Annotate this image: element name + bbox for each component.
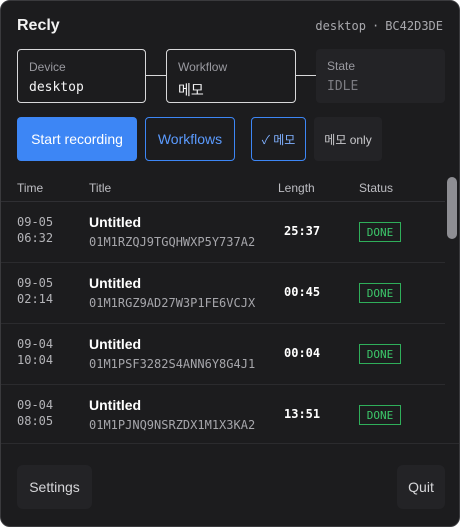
row-time-text: 08:05 (17, 414, 54, 428)
footer-divider (1, 443, 459, 444)
start-recording-button[interactable]: Start recording (17, 117, 137, 161)
column-header-title: Title (89, 181, 112, 195)
device-value: desktop (29, 80, 84, 95)
column-header-time: Time (17, 181, 44, 195)
status-badge: DONE (359, 222, 401, 242)
row-length: 00:04 (284, 346, 321, 360)
row-date-text: 09-05 (17, 276, 54, 290)
row-time-text: 10:04 (17, 353, 54, 367)
row-id: 01M1PSF3282S4ANN6Y8G4J1 (89, 357, 256, 371)
table-row[interactable]: 09-05 06:32 Untitled 01M1RZQJ9TGQHWXP5Y73… (1, 202, 445, 263)
quit-button[interactable]: Quit (397, 465, 445, 509)
recordings-list: 09-05 06:32 Untitled 01M1RZQJ9TGQHWXP5Y73… (1, 202, 445, 442)
row-time-text: 02:14 (17, 292, 54, 306)
memo-only-button[interactable]: 메모 only (314, 117, 382, 161)
header: Recly desktop · BC42D3DE (17, 17, 443, 39)
row-title: Untitled (89, 336, 142, 352)
meta-separator: · (371, 19, 380, 33)
device-meta: desktop · BC42D3DE (315, 19, 443, 33)
row-time: 09-05 06:32 (17, 214, 53, 246)
device-name: desktop (315, 19, 366, 33)
settings-button[interactable]: Settings (17, 465, 92, 509)
row-length: 00:45 (284, 285, 321, 299)
workflow-label: Workflow (178, 60, 228, 74)
row-id: 01M1RGZ9AD27W3P1FE6VCJX (89, 296, 256, 310)
row-id: 01M1RZQJ9TGQHWXP5Y737A2 (89, 235, 256, 249)
status-badge: DONE (359, 283, 401, 303)
state-value: IDLE (327, 79, 359, 94)
row-date-text: 09-04 (17, 337, 54, 351)
table-row[interactable]: 09-05 02:14 Untitled 01M1RGZ9AD27W3P1FE6V… (1, 263, 445, 324)
row-id: 01M1PJNQ9NSRZDX1M1X3KA2 (89, 418, 256, 432)
app-window: Recly desktop · BC42D3DE Device desktop Wo… (0, 0, 460, 527)
device-label: Device (29, 60, 66, 74)
pipeline-connector (146, 75, 166, 76)
row-title: Untitled (89, 275, 142, 291)
column-header-status: Status (359, 181, 394, 195)
row-length: 25:37 (284, 224, 321, 238)
state-label: State (327, 59, 356, 73)
scrollbar-thumb[interactable] (447, 177, 457, 239)
workflow-box: Workflow 메모 (166, 49, 296, 103)
device-box: Device desktop (17, 49, 146, 103)
app-title: Recly (17, 17, 60, 34)
row-time: 09-04 10:04 (17, 336, 53, 368)
row-date-text: 09-05 (17, 215, 54, 229)
row-time-text: 06:32 (17, 231, 54, 245)
row-length: 13:51 (284, 407, 321, 421)
row-title: Untitled (89, 397, 142, 413)
device-id: BC42D3DE (385, 19, 443, 33)
workflows-button[interactable]: Workflows (145, 117, 235, 161)
row-time: 09-05 02:14 (17, 275, 53, 307)
status-badge: DONE (359, 344, 401, 364)
pipeline-connector (296, 75, 316, 76)
memo-filter-toggle[interactable]: ✓ 메모 (251, 117, 306, 161)
row-date-text: 09-04 (17, 398, 54, 412)
table-row[interactable]: 09-04 08:05 Untitled 01M1PJNQ9NSRZDX1M1X3… (1, 385, 445, 442)
row-time: 09-04 08:05 (17, 397, 53, 429)
workflow-value: 메모 (178, 82, 204, 98)
state-box: State IDLE (316, 49, 445, 103)
row-title: Untitled (89, 214, 142, 230)
column-header-length: Length (278, 181, 315, 195)
list-scrollbar[interactable] (447, 177, 457, 443)
status-badge: DONE (359, 405, 401, 425)
table-row[interactable]: 09-04 10:04 Untitled 01M1PSF3282S4ANN6Y8G… (1, 324, 445, 385)
table-header: Time Title Length Status (1, 173, 445, 202)
